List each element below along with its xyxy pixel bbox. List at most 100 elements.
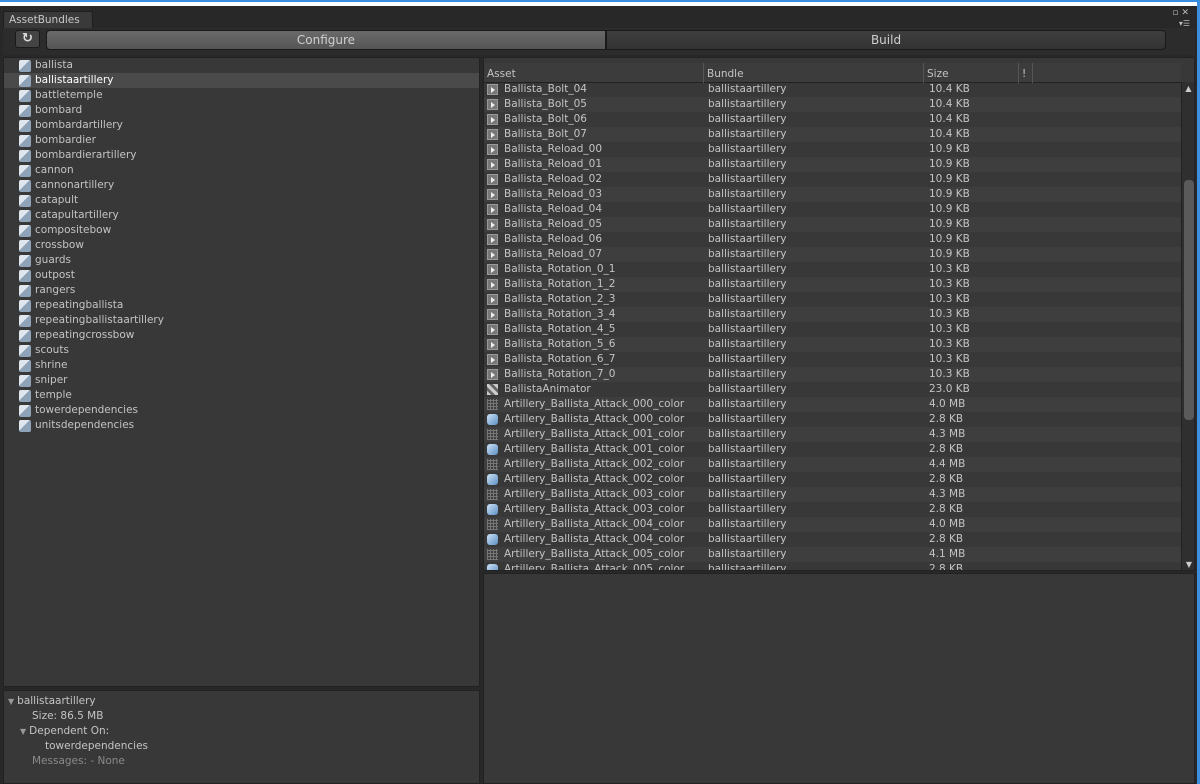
texture-icon [487,549,498,560]
table-row[interactable]: Ballista_Reload_06 ballistaartillery 10.9 … [484,232,1181,247]
bundle-item[interactable]: sniper [4,373,479,388]
expand-triangle-icon[interactable]: ▼ [20,727,26,736]
asset-table: Asset Bundle Size ! Ballista_Bolt_04 ball… [483,57,1195,571]
bundle-item[interactable]: temple [4,388,479,403]
table-row[interactable]: Ballista_Reload_00 ballistaartillery 10.9 … [484,142,1181,157]
asset-cell: Ballista_Rotation_5_6 [484,337,704,352]
table-row[interactable]: Ballista_Rotation_3_4 ballistaartillery 10… [484,307,1181,322]
table-row[interactable]: Ballista_Reload_01 ballistaartillery 10.9 … [484,157,1181,172]
bundle-list: ballista ballistaartillery battletemple bom… [3,57,480,687]
bundle-item[interactable]: bombardierartillery [4,148,479,163]
window-menu-icon[interactable]: ▾☰ [1179,19,1190,28]
table-row[interactable]: Ballista_Reload_05 ballistaartillery 10.9 … [484,217,1181,232]
table-row[interactable]: Artillery_Ballista_Attack_001_color balli… [484,427,1181,442]
info-bundle-name[interactable]: ▼ ballistaartillery [4,694,479,709]
window-tab[interactable]: AssetBundles [3,11,93,29]
bundle-item[interactable]: battletemple [4,88,479,103]
table-row[interactable]: Artillery_Ballista_Attack_003_color balli… [484,487,1181,502]
table-row[interactable]: Artillery_Ballista_Attack_001_color balli… [484,442,1181,457]
bundle-item[interactable]: scouts [4,343,479,358]
table-row[interactable]: Ballista_Rotation_5_6 ballistaartillery 10… [484,337,1181,352]
bundle-item[interactable]: repeatingcrossbow [4,328,479,343]
window-controls[interactable]: ▫✕ [1172,8,1192,18]
table-row[interactable]: Artillery_Ballista_Attack_004_color balli… [484,517,1181,532]
bundle-item[interactable]: ballista [4,58,479,73]
table-row[interactable]: Ballista_Bolt_06 ballistaartillery 10.4 KB [484,112,1181,127]
bundle-label: catapultartillery [35,209,119,221]
table-row[interactable]: Ballista_Rotation_6_7 ballistaartillery 10… [484,352,1181,367]
table-row[interactable]: Artillery_Ballista_Attack_005_color balli… [484,562,1181,570]
bundle-item[interactable]: outpost [4,268,479,283]
refresh-button[interactable]: ↻ [15,30,40,48]
size-cell: 4.3 MB [929,488,966,500]
bundle-item[interactable]: repeatingballistaartillery [4,313,479,328]
table-row[interactable]: Artillery_Ballista_Attack_005_color balli… [484,547,1181,562]
table-row[interactable]: Ballista_Rotation_7_0 ballistaartillery 10… [484,367,1181,382]
bundle-item[interactable]: rangers [4,283,479,298]
table-row[interactable]: Ballista_Bolt_04 ballistaartillery 10.4 KB [484,82,1181,97]
scroll-down-icon[interactable]: ▼ [1182,558,1194,570]
table-row[interactable]: Ballista_Rotation_1_2 ballistaartillery 10… [484,277,1181,292]
bundle-item[interactable]: catapult [4,193,479,208]
info-size: Size: 86.5 MB [32,710,104,722]
column-warning[interactable]: ! [1019,63,1033,83]
vertical-scrollbar[interactable]: ▲ ▼ [1181,82,1194,570]
table-row[interactable]: Ballista_Bolt_07 ballistaartillery 10.4 KB [484,127,1181,142]
tab-build[interactable]: Build [606,30,1166,50]
bundle-item[interactable]: guards [4,253,479,268]
table-row[interactable]: BallistaAnimator ballistaartillery 23.0 KB [484,382,1181,397]
table-row[interactable]: Ballista_Rotation_4_5 ballistaartillery 10… [484,322,1181,337]
bundle-label: repeatingcrossbow [35,329,135,341]
clip-icon [487,189,498,200]
tab-configure[interactable]: Configure [46,30,606,50]
bundle-item[interactable]: ballistaartillery [4,73,479,88]
bundle-item[interactable]: repeatingballista [4,298,479,313]
close-icon[interactable]: ✕ [1181,8,1192,18]
bundle-cube-icon [19,404,31,417]
table-row[interactable]: Ballista_Rotation_2_3 ballistaartillery 10… [484,292,1181,307]
table-row[interactable]: Ballista_Bolt_05 ballistaartillery 10.4 KB [484,97,1181,112]
table-row[interactable]: Artillery_Ballista_Attack_000_color balli… [484,397,1181,412]
bundle-cube-icon [19,164,31,177]
bundle-item[interactable]: towerdependencies [4,403,479,418]
bundle-cell: ballistaartillery [708,218,787,230]
bundle-item[interactable]: bombardier [4,133,479,148]
bundle-item[interactable]: compositebow [4,223,479,238]
bundle-item[interactable]: catapultartillery [4,208,479,223]
clip-icon [487,84,498,95]
table-header: Asset Bundle Size ! [484,63,1181,83]
bundle-cube-icon [19,89,31,102]
column-size[interactable]: Size [924,63,1019,83]
bundle-item[interactable]: bombard [4,103,479,118]
bundle-item[interactable]: unitsdependencies [4,418,479,433]
bundle-label: towerdependencies [35,404,139,416]
table-row[interactable]: Artillery_Ballista_Attack_002_color balli… [484,472,1181,487]
size-cell: 10.4 KB [929,98,970,110]
table-row[interactable]: Artillery_Ballista_Attack_004_color balli… [484,532,1181,547]
table-row[interactable]: Ballista_Rotation_0_1 ballistaartillery 10… [484,262,1181,277]
table-row[interactable]: Artillery_Ballista_Attack_000_color balli… [484,412,1181,427]
bundle-label: ballistaartillery [35,74,114,86]
expand-triangle-icon[interactable]: ▼ [8,697,14,706]
clip-icon [487,309,498,320]
table-row[interactable]: Ballista_Reload_07 ballistaartillery 10.9 … [484,247,1181,262]
bundle-item[interactable]: shrine [4,358,479,373]
info-messages: Messages: - None [32,755,125,767]
bundle-item[interactable]: cannon [4,163,479,178]
scroll-up-icon[interactable]: ▲ [1182,82,1194,95]
bundle-item[interactable]: cannonartillery [4,178,479,193]
scroll-thumb[interactable] [1184,180,1194,420]
info-dependent-on[interactable]: ▼ Dependent On: [4,724,479,739]
table-row[interactable]: Ballista_Reload_03 ballistaartillery 10.9 … [484,187,1181,202]
table-row[interactable]: Artillery_Ballista_Attack_003_color balli… [484,502,1181,517]
table-row[interactable]: Artillery_Ballista_Attack_002_color balli… [484,457,1181,472]
bundle-cube-icon [19,329,31,342]
table-row[interactable]: Ballista_Reload_02 ballistaartillery 10.9 … [484,172,1181,187]
bundle-label: bombardartillery [35,119,123,131]
table-row[interactable]: Ballista_Reload_04 ballistaartillery 10.9 … [484,202,1181,217]
column-bundle[interactable]: Bundle [704,63,924,83]
column-asset[interactable]: Asset [484,63,704,83]
asset-cell: Artillery_Ballista_Attack_000_color [484,412,704,427]
bundle-item[interactable]: bombardartillery [4,118,479,133]
bundle-item[interactable]: crossbow [4,238,479,253]
